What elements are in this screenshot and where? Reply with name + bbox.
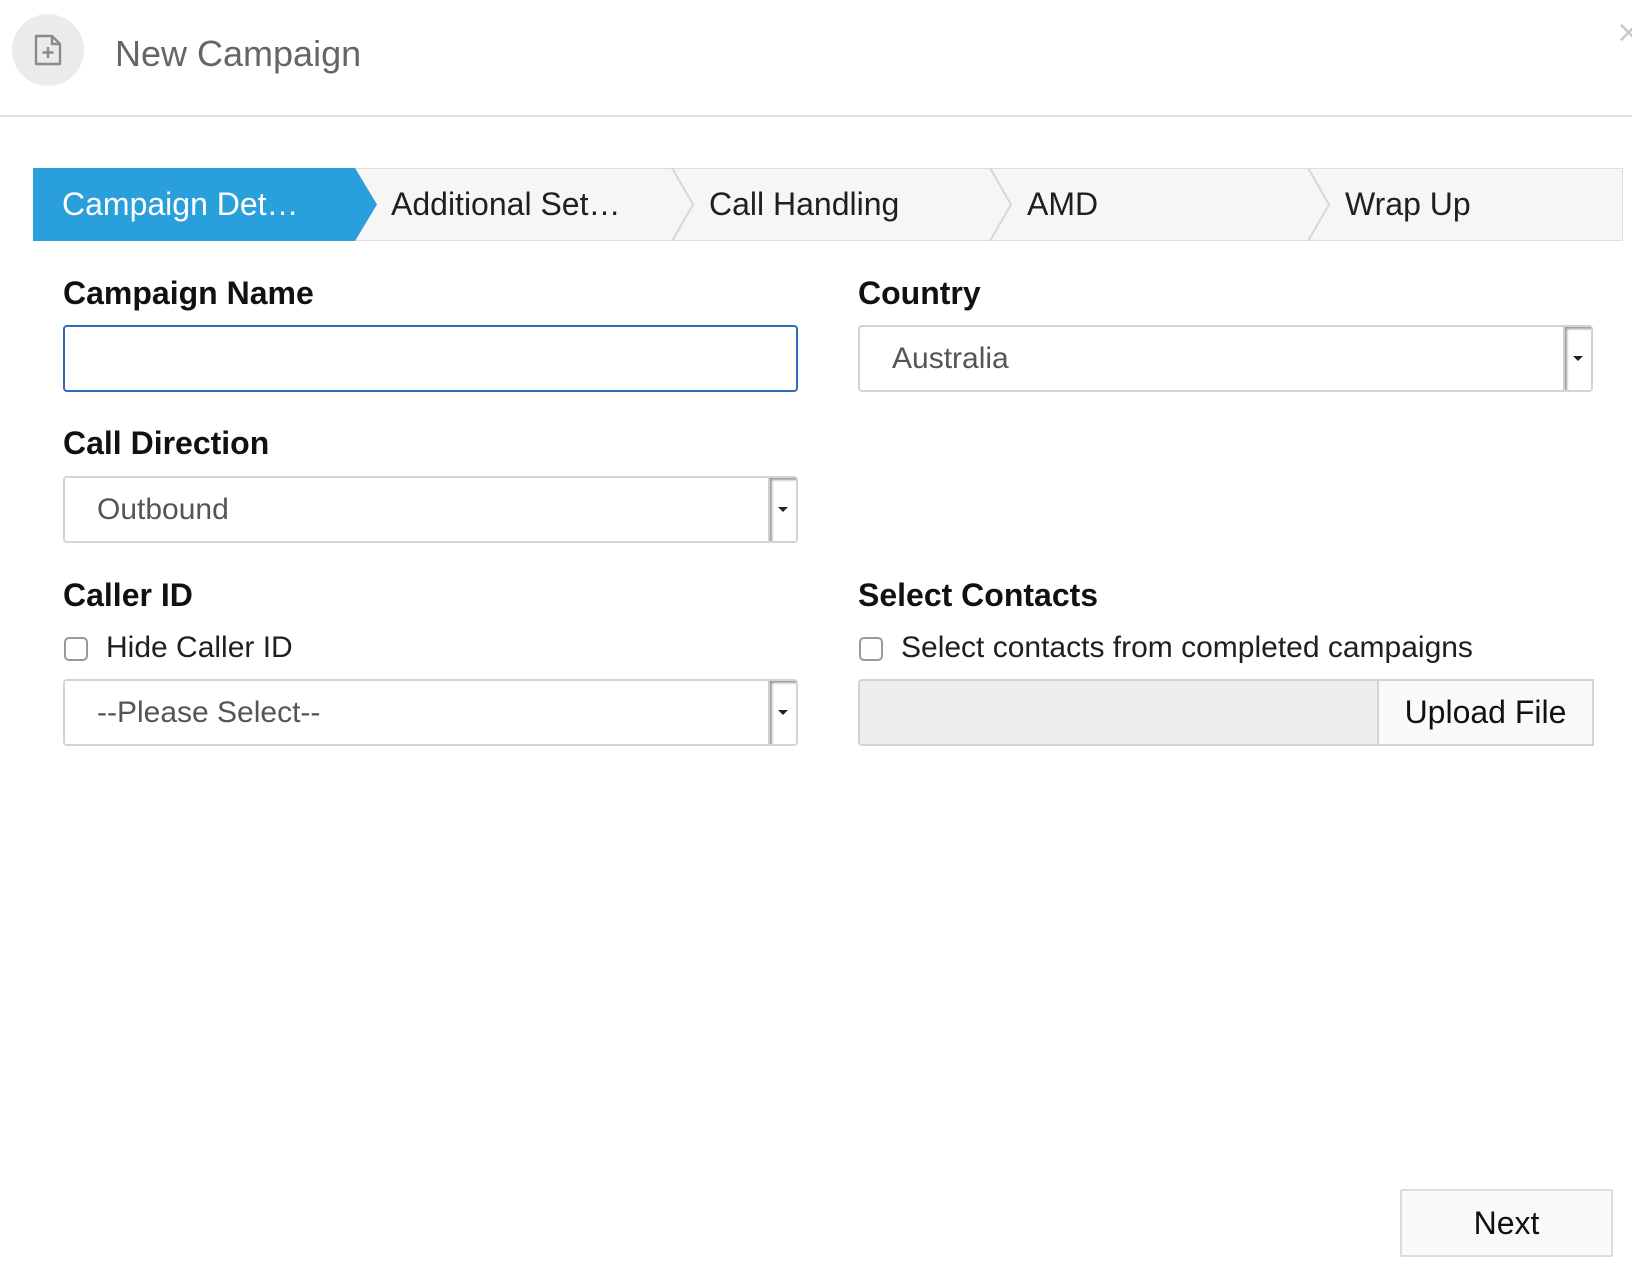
hide-caller-id-label: Hide Caller ID	[106, 631, 293, 664]
tab-campaign-details[interactable]: Campaign Det…	[62, 168, 299, 241]
new-document-icon	[12, 14, 84, 86]
upload-file-field[interactable]	[858, 679, 1379, 746]
chevron-down-icon[interactable]	[1563, 327, 1591, 390]
caller-id-select[interactable]: --Please Select--	[63, 679, 798, 746]
next-button[interactable]: Next	[1400, 1189, 1613, 1257]
caller-id-select-value: --Please Select--	[97, 696, 321, 729]
new-campaign-dialog: New Campaign × Campaign Det… Additional …	[0, 0, 1632, 1274]
chevron-down-icon[interactable]	[768, 681, 796, 744]
call-direction-select[interactable]: Outbound	[63, 476, 798, 543]
step-separator	[1307, 168, 1331, 241]
chevron-down-icon[interactable]	[768, 478, 796, 541]
completed-campaigns-label: Select contacts from completed campaigns	[901, 631, 1473, 664]
country-label: Country	[858, 275, 981, 311]
select-contacts-label: Select Contacts	[858, 577, 1099, 613]
campaign-name-input[interactable]	[63, 325, 798, 392]
hide-caller-id-checkbox[interactable]	[64, 637, 88, 661]
upload-file-button[interactable]: Upload File	[1379, 679, 1594, 746]
country-select-value: Australia	[892, 342, 1009, 375]
completed-campaigns-checkbox[interactable]	[859, 637, 883, 661]
tab-amd[interactable]: AMD	[1027, 168, 1098, 241]
tab-call-handling[interactable]: Call Handling	[709, 168, 899, 241]
tab-wrap-up[interactable]: Wrap Up	[1345, 168, 1471, 241]
dialog-header: New Campaign ×	[0, 0, 1632, 117]
call-direction-label: Call Direction	[63, 425, 270, 461]
dialog-title: New Campaign	[115, 33, 362, 74]
campaign-name-label: Campaign Name	[63, 275, 314, 311]
step-separator	[989, 168, 1013, 241]
tab-additional-settings[interactable]: Additional Set…	[391, 168, 620, 241]
country-select[interactable]: Australia	[858, 325, 1593, 392]
caller-id-label: Caller ID	[63, 577, 193, 613]
step-separator	[671, 168, 695, 241]
call-direction-select-value: Outbound	[97, 493, 229, 526]
close-icon[interactable]: ×	[1616, 18, 1632, 48]
